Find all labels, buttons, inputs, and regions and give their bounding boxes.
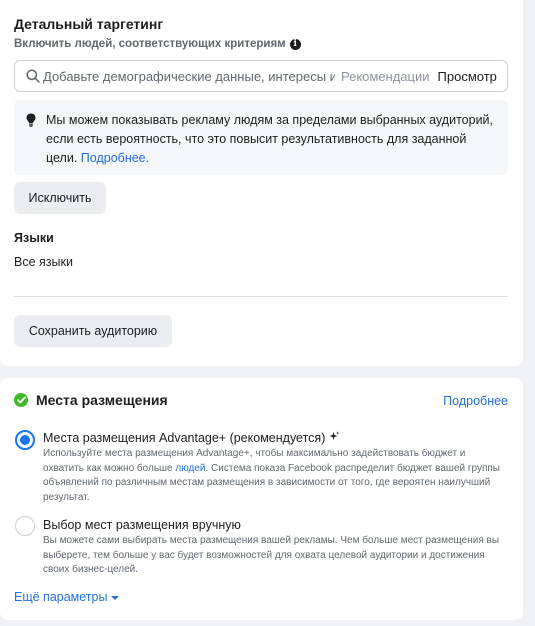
advantage-placements-description: Используйте места размещения Advantage+,… bbox=[43, 447, 505, 505]
placements-more-link[interactable]: Подробнее bbox=[443, 394, 508, 408]
targeting-search-input[interactable]: Добавьте демографические данные, интерес… bbox=[14, 60, 508, 92]
advantage-placements-label-text[interactable]: Места размещения Advantage+ (рекомендует… bbox=[43, 431, 325, 445]
targeting-subtitle-text: Включить людей, соответствующих критерия… bbox=[14, 38, 286, 50]
manual-placements-radio[interactable] bbox=[15, 516, 35, 536]
save-audience-button[interactable]: Сохранить аудиторию bbox=[14, 315, 172, 347]
expansion-notice: Мы можем показывать рекламу людям за пре… bbox=[14, 100, 508, 175]
detailed-targeting-title: Детальный таргетинг bbox=[14, 16, 164, 32]
targeting-subtitle: Включить людей, соответствующих критерия… bbox=[14, 38, 301, 50]
placements-header: Места размещения bbox=[14, 392, 168, 408]
people-link[interactable]: людей bbox=[175, 463, 205, 474]
languages-title: Языки bbox=[14, 231, 54, 245]
caret-down-icon bbox=[111, 596, 120, 600]
notice-more-link[interactable]: Подробнее. bbox=[81, 151, 149, 165]
recommendations-link[interactable]: Рекомендации bbox=[341, 69, 430, 84]
browse-link[interactable]: Просмотр bbox=[438, 69, 497, 84]
lightbulb-icon bbox=[26, 113, 36, 133]
search-placeholder[interactable]: Добавьте демографические данные, интерес… bbox=[43, 69, 335, 84]
info-icon[interactable]: i bbox=[289, 38, 301, 50]
divider bbox=[14, 296, 508, 297]
languages-value[interactable]: Все языки bbox=[14, 255, 73, 269]
checkmark-icon bbox=[14, 393, 28, 407]
manual-placements-label[interactable]: Выбор мест размещения вручную bbox=[43, 518, 241, 532]
exclude-button[interactable]: Исключить bbox=[14, 182, 106, 214]
manual-placements-description: Вы можете сами выбирать места размещения… bbox=[43, 535, 500, 575]
search-icon bbox=[15, 69, 43, 83]
sparkle-icon bbox=[329, 431, 340, 445]
more-params-label[interactable]: Ещё параметры bbox=[14, 590, 107, 604]
radio-selected-dot bbox=[20, 435, 30, 445]
placements-title: Места размещения bbox=[36, 392, 168, 408]
advantage-placements-radio[interactable] bbox=[15, 430, 35, 450]
advantage-placements-label[interactable]: Места размещения Advantage+ (рекомендует… bbox=[43, 431, 340, 445]
more-params-dropdown[interactable]: Ещё параметры bbox=[14, 590, 120, 604]
